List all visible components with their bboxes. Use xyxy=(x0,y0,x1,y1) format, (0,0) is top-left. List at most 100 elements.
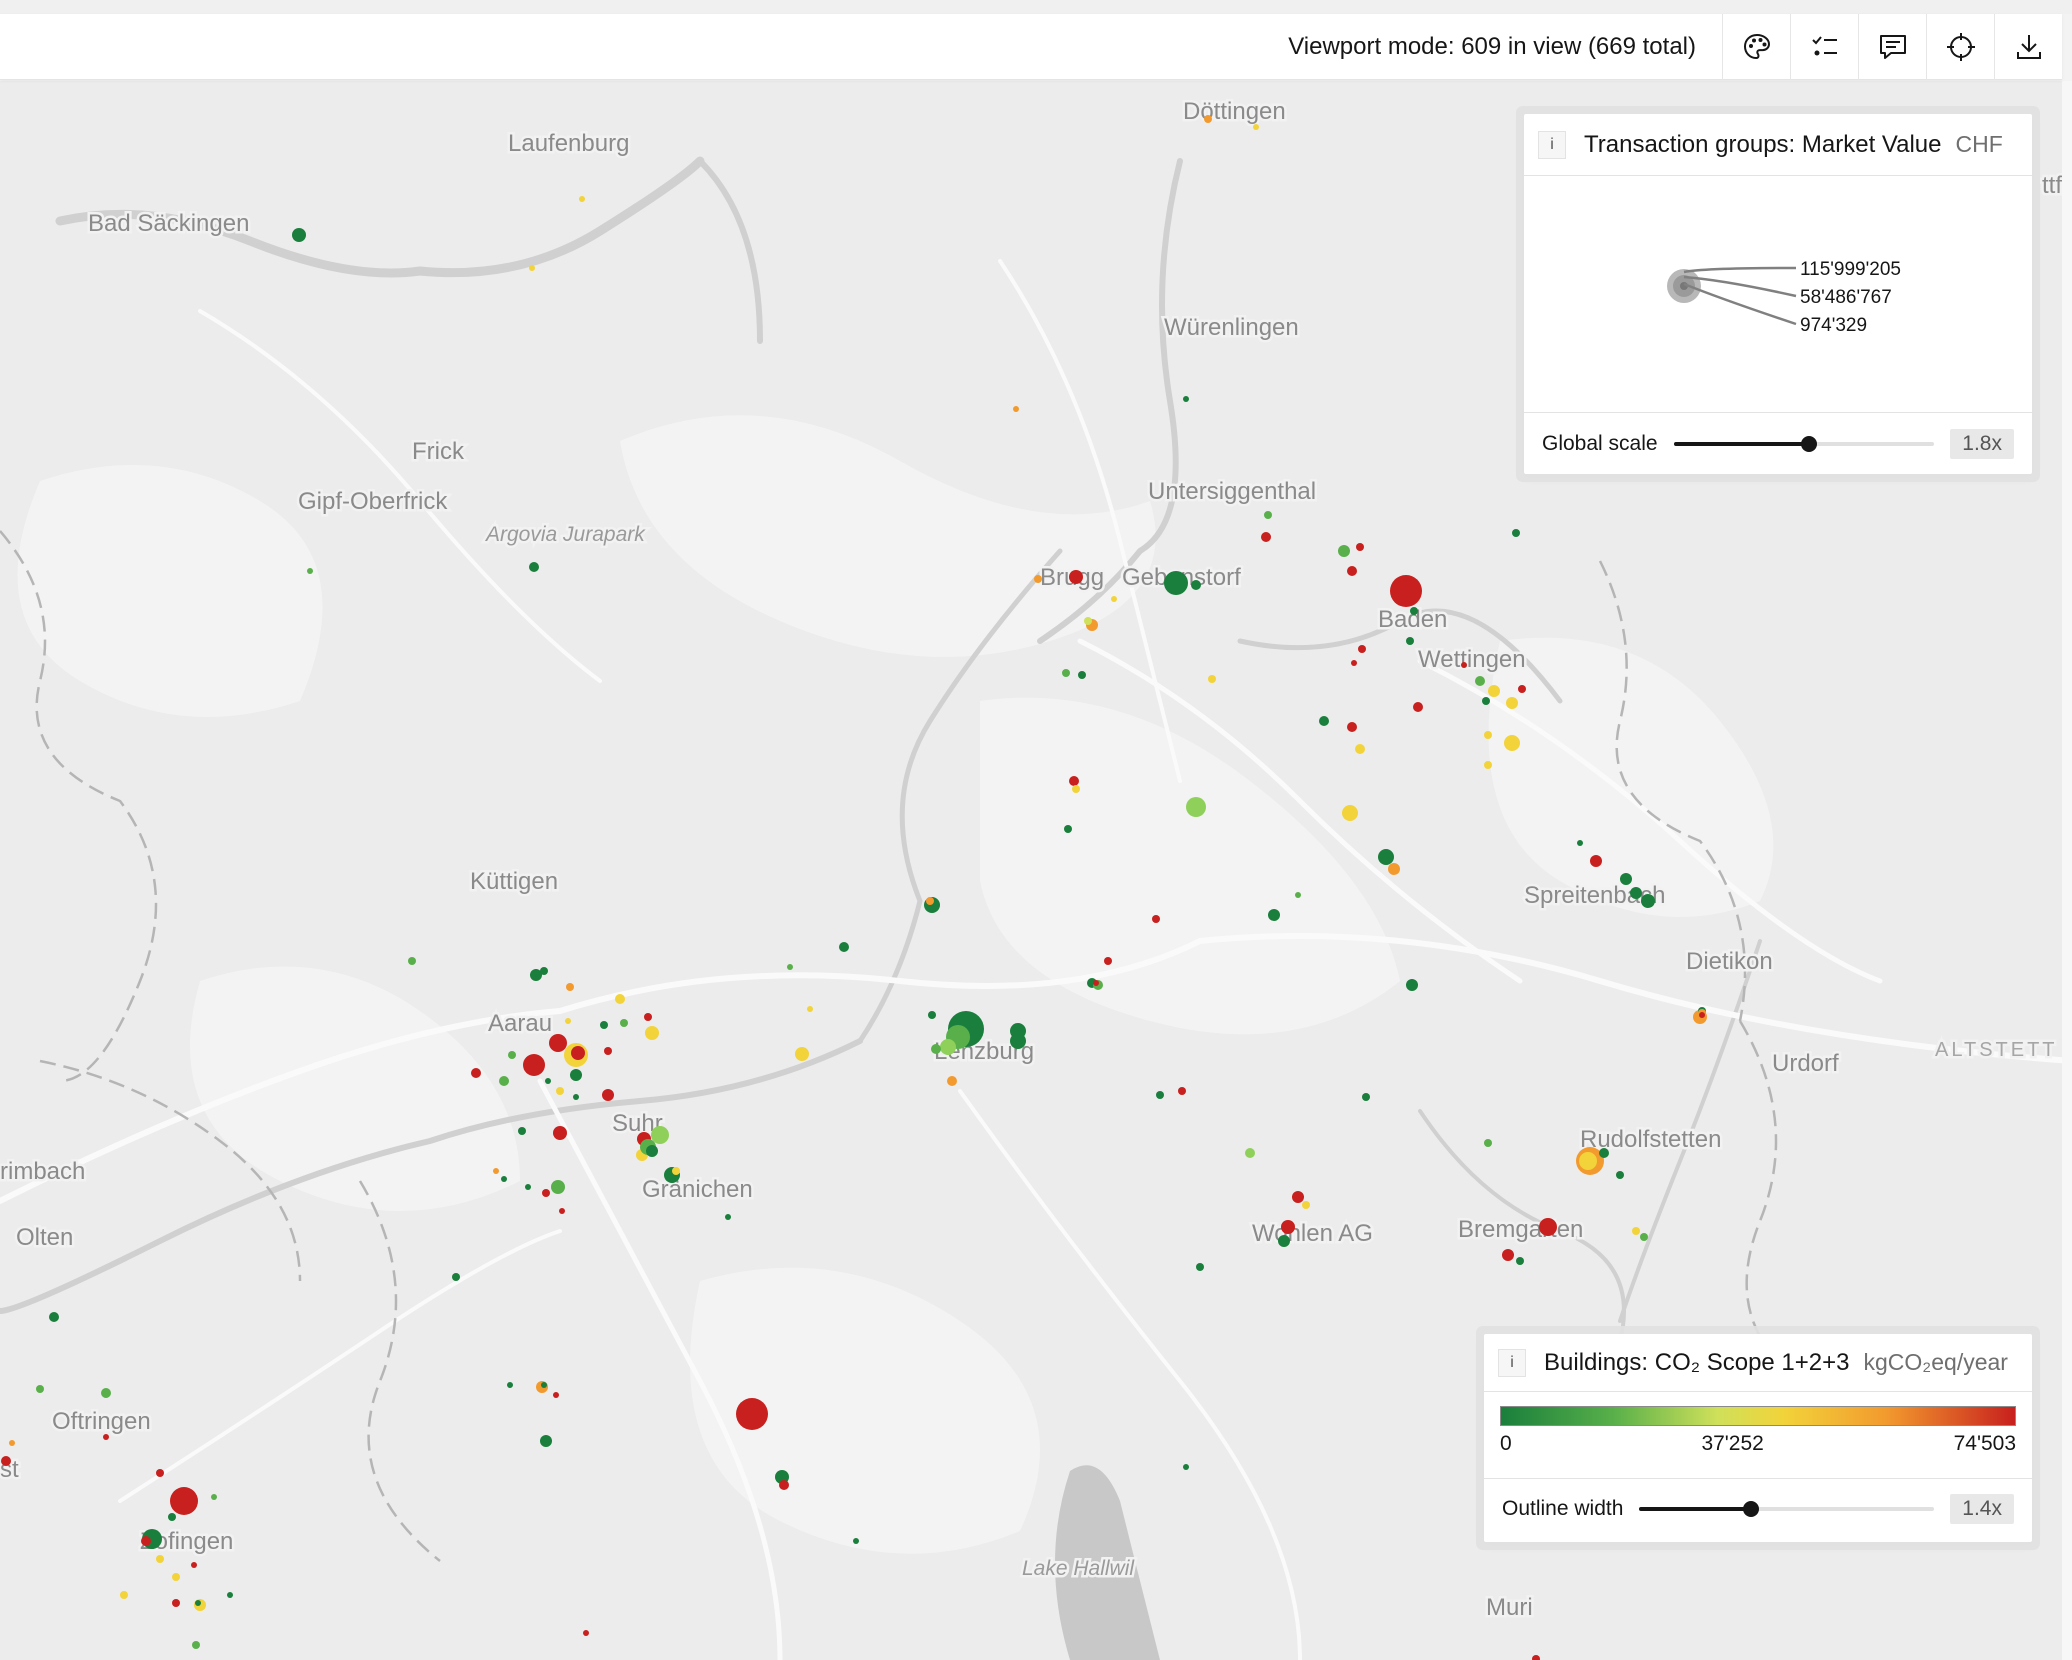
building-point[interactable] xyxy=(553,1126,567,1140)
building-point[interactable] xyxy=(542,1189,550,1197)
building-point[interactable] xyxy=(120,1591,128,1599)
building-point[interactable] xyxy=(551,1180,565,1194)
building-point[interactable] xyxy=(1406,637,1414,645)
building-point[interactable] xyxy=(644,1013,652,1021)
building-point[interactable] xyxy=(602,1089,614,1101)
building-point[interactable] xyxy=(1351,660,1357,666)
building-point[interactable] xyxy=(1010,1033,1026,1049)
building-point[interactable] xyxy=(1599,1148,1609,1158)
building-point[interactable] xyxy=(540,967,548,975)
building-point[interactable] xyxy=(1699,1012,1705,1018)
building-point[interactable] xyxy=(1358,645,1366,653)
building-point[interactable] xyxy=(651,1126,669,1144)
building-point[interactable] xyxy=(172,1599,180,1607)
building-point[interactable] xyxy=(1640,1233,1648,1241)
building-point[interactable] xyxy=(1208,675,1216,683)
building-point[interactable] xyxy=(292,228,306,242)
building-point[interactable] xyxy=(1484,761,1492,769)
slider-handle[interactable] xyxy=(1801,435,1818,452)
info-button[interactable]: i xyxy=(1538,130,1566,159)
building-point[interactable] xyxy=(1281,1220,1295,1234)
building-point[interactable] xyxy=(615,994,625,1004)
building-point[interactable] xyxy=(1253,124,1259,130)
building-point[interactable] xyxy=(1579,1152,1597,1170)
building-point[interactable] xyxy=(573,1094,579,1100)
building-point[interactable] xyxy=(1186,797,1206,817)
building-point[interactable] xyxy=(1590,855,1602,867)
building-point[interactable] xyxy=(545,1078,551,1084)
building-point[interactable] xyxy=(307,568,313,574)
building-point[interactable] xyxy=(1062,669,1070,677)
building-point[interactable] xyxy=(779,1480,789,1490)
building-point[interactable] xyxy=(156,1469,164,1477)
building-point[interactable] xyxy=(1196,1263,1204,1271)
building-point[interactable] xyxy=(1093,980,1099,986)
building-point[interactable] xyxy=(839,942,849,952)
building-point[interactable] xyxy=(947,1076,957,1086)
building-point[interactable] xyxy=(795,1047,809,1061)
building-point[interactable] xyxy=(101,1388,111,1398)
building-point[interactable] xyxy=(556,1087,564,1095)
building-point[interactable] xyxy=(853,1538,859,1544)
building-point[interactable] xyxy=(1069,776,1079,786)
building-point[interactable] xyxy=(1347,722,1357,732)
slider-handle[interactable] xyxy=(1743,1500,1760,1517)
building-point[interactable] xyxy=(36,1385,44,1393)
building-point[interactable] xyxy=(1191,580,1201,590)
building-point[interactable] xyxy=(1484,1139,1492,1147)
building-point[interactable] xyxy=(1078,671,1086,679)
building-point[interactable] xyxy=(508,1051,516,1059)
building-point[interactable] xyxy=(1,1456,11,1466)
building-point[interactable] xyxy=(1245,1148,1255,1158)
building-point[interactable] xyxy=(787,964,793,970)
building-point[interactable] xyxy=(1518,685,1526,693)
building-point[interactable] xyxy=(103,1434,109,1440)
building-point[interactable] xyxy=(501,1176,507,1182)
building-point[interactable] xyxy=(1641,894,1655,908)
building-point[interactable] xyxy=(1261,532,1271,542)
building-point[interactable] xyxy=(1069,570,1083,584)
building-point[interactable] xyxy=(725,1214,731,1220)
building-point[interactable] xyxy=(1413,702,1423,712)
building-point[interactable] xyxy=(672,1167,680,1175)
building-point[interactable] xyxy=(549,1034,567,1052)
building-point[interactable] xyxy=(579,196,585,202)
building-point[interactable] xyxy=(471,1068,481,1078)
building-point[interactable] xyxy=(1264,511,1272,519)
building-point[interactable] xyxy=(620,1019,628,1027)
building-point[interactable] xyxy=(1319,716,1329,726)
building-point[interactable] xyxy=(1388,863,1400,875)
building-point[interactable] xyxy=(553,1392,559,1398)
building-point[interactable] xyxy=(1342,805,1358,821)
building-point[interactable] xyxy=(940,1039,956,1055)
building-point[interactable] xyxy=(1502,1249,1514,1261)
building-point[interactable] xyxy=(645,1026,659,1040)
building-point[interactable] xyxy=(1461,662,1467,668)
building-point[interactable] xyxy=(1410,607,1418,615)
building-point[interactable] xyxy=(1539,1218,1557,1236)
building-point[interactable] xyxy=(1630,887,1642,899)
building-point[interactable] xyxy=(1406,979,1418,991)
building-point[interactable] xyxy=(926,897,934,905)
building-point[interactable] xyxy=(1632,1227,1640,1235)
building-point[interactable] xyxy=(1204,115,1212,123)
building-point[interactable] xyxy=(1292,1191,1304,1203)
building-point[interactable] xyxy=(600,1021,608,1029)
building-point[interactable] xyxy=(1183,1464,1189,1470)
palette-button[interactable] xyxy=(1722,13,1790,80)
building-point[interactable] xyxy=(646,1145,658,1157)
building-point[interactable] xyxy=(604,1047,612,1055)
building-point[interactable] xyxy=(571,1046,585,1060)
building-point[interactable] xyxy=(192,1641,200,1649)
building-point[interactable] xyxy=(1484,731,1492,739)
building-point[interactable] xyxy=(227,1592,233,1598)
building-point[interactable] xyxy=(807,1006,813,1012)
building-point[interactable] xyxy=(1152,915,1160,923)
comment-button[interactable] xyxy=(1858,13,1926,80)
info-button[interactable]: i xyxy=(1498,1348,1526,1377)
building-point[interactable] xyxy=(525,1184,531,1190)
building-point[interactable] xyxy=(559,1208,565,1214)
building-point[interactable] xyxy=(518,1127,526,1135)
building-point[interactable] xyxy=(141,1536,151,1546)
building-point[interactable] xyxy=(408,957,416,965)
